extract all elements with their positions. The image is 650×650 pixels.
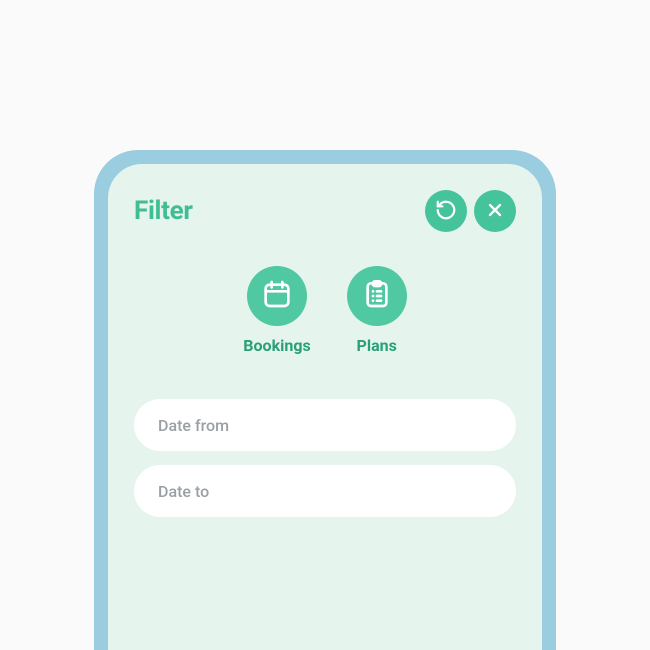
date-from-input[interactable] (134, 399, 516, 451)
category-plans-circle (347, 266, 407, 326)
close-button[interactable] (474, 190, 516, 232)
category-bookings-circle (247, 266, 307, 326)
inputs (134, 399, 516, 517)
header-actions (425, 190, 516, 232)
device-frame: Filter (94, 150, 556, 650)
category-plans[interactable]: Plans (347, 266, 407, 355)
category-bookings[interactable]: Bookings (243, 266, 310, 355)
category-plans-label: Plans (357, 336, 397, 355)
date-to-input[interactable] (134, 465, 516, 517)
page-title: Filter (134, 196, 193, 226)
close-icon (485, 200, 505, 223)
calendar-icon (261, 278, 293, 314)
category-row: Bookings (134, 266, 516, 355)
category-bookings-label: Bookings (243, 336, 310, 355)
reset-icon (435, 199, 457, 224)
filter-screen: Filter (108, 164, 542, 650)
header: Filter (134, 190, 516, 232)
reset-button[interactable] (425, 190, 467, 232)
clipboard-icon (361, 278, 393, 314)
